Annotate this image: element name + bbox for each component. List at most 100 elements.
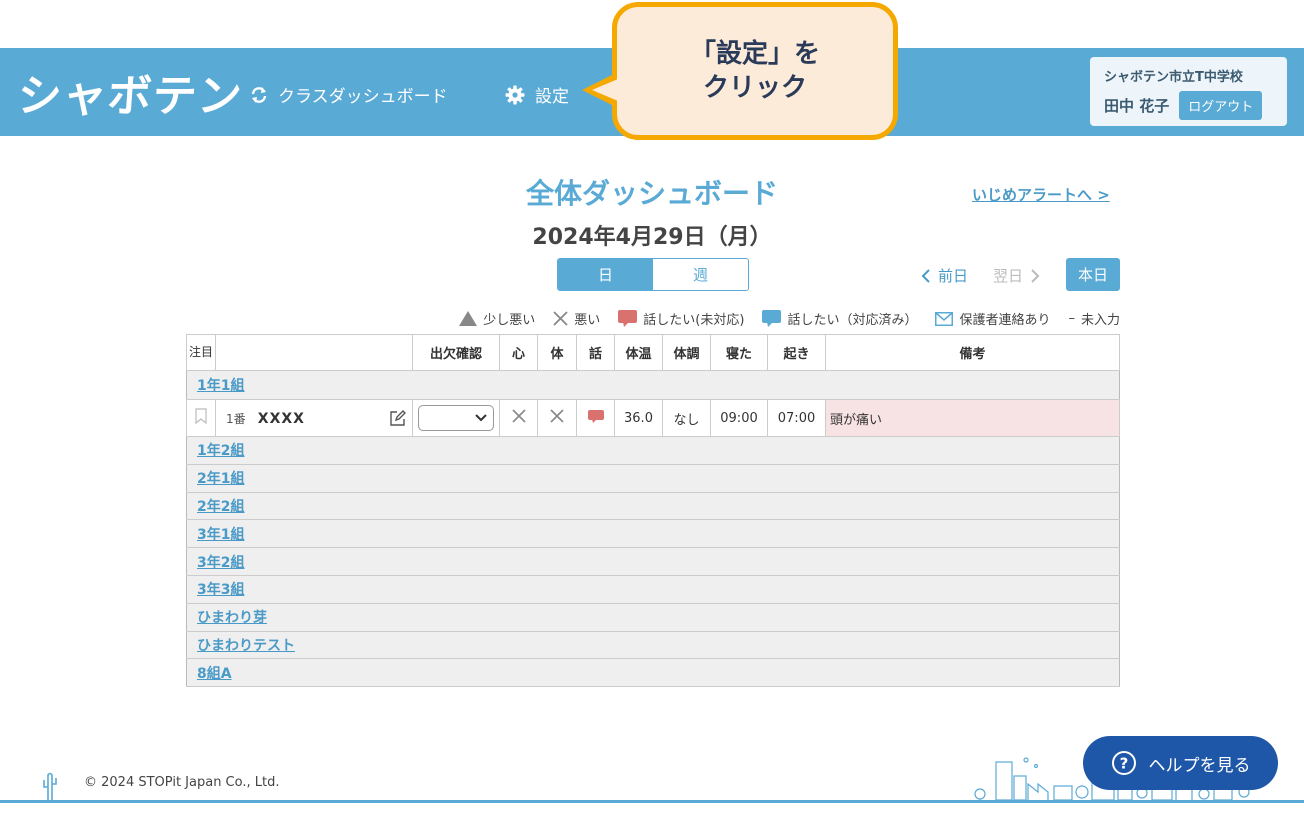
help-button[interactable]: ? ヘルプを見る: [1083, 736, 1278, 790]
question-circle-icon: ?: [1111, 751, 1136, 775]
group-cell: 3年1組: [186, 519, 1120, 549]
group-cell: 3年2組: [186, 547, 1120, 576]
prev-day-label: 前日: [938, 267, 969, 285]
legend-not-entered: – 未入力: [1068, 309, 1120, 328]
talk-cell[interactable]: [576, 399, 615, 437]
callout-line2: クリック: [702, 73, 807, 103]
speech-bubble-blue-icon: [762, 310, 782, 327]
legend-talk-unhandled-label: 話したい(未対応): [643, 313, 745, 328]
prev-day-button[interactable]: 前日: [920, 265, 968, 286]
instruction-callout: 「設定」を クリック: [612, 2, 898, 140]
student-name[interactable]: XXXX: [258, 411, 305, 427]
group-cell: 1年2組: [186, 436, 1120, 465]
group-link-2-1[interactable]: 2年1組: [197, 471, 244, 487]
attendance-select[interactable]: [418, 405, 494, 431]
group-cell: 3年3組: [186, 574, 1120, 604]
cross-icon: [553, 311, 568, 326]
group-cell: 8組A: [186, 658, 1120, 688]
header-condition: 体調: [662, 334, 711, 371]
student-name-cell: 1番 XXXX: [215, 399, 413, 437]
current-date: 2024年4月29日（月）: [532, 225, 772, 250]
day-week-toggle: 日 週: [557, 258, 749, 291]
legend-bad-label: 悪い: [574, 313, 601, 328]
help-button-label: ヘルプを見る: [1148, 755, 1251, 776]
user-name: 田中 花子: [1104, 97, 1170, 115]
group-link-3-3[interactable]: 3年3組: [197, 582, 244, 598]
group-link-himawari-test[interactable]: ひまわりテスト: [197, 638, 295, 654]
legend-slightly-bad-label: 少し悪い: [483, 313, 536, 328]
footer-divider: [0, 800, 1304, 803]
temp-cell: 36.0: [614, 399, 663, 437]
header-talk: 話: [576, 334, 615, 371]
nav-class-dashboard-label: クラスダッシュボード: [278, 87, 448, 107]
header-attendance: 出欠確認: [412, 334, 500, 371]
header-name: [215, 334, 413, 371]
refresh-icon: [251, 86, 267, 103]
envelope-icon: [935, 311, 954, 326]
gear-icon: [505, 85, 525, 104]
group-row: 2年2組: [186, 491, 1120, 521]
nav-settings-label: 設定: [535, 87, 569, 107]
school-name: シャボテン市立T中学校: [1104, 70, 1243, 85]
group-cell: ひまわり芽: [186, 602, 1120, 632]
group-link-himawari-me[interactable]: ひまわり芽: [197, 610, 267, 626]
legend-talk-handled: 話したい（対応済み）: [762, 309, 917, 328]
app-logo[interactable]: シャボテン: [16, 60, 245, 124]
condition-cell: なし: [662, 399, 711, 437]
next-day-button[interactable]: 翌日: [993, 265, 1041, 286]
header-body: 体: [537, 334, 577, 371]
speech-bubble-red-icon[interactable]: [587, 409, 604, 423]
legend-bad: 悪い: [553, 309, 600, 328]
chevron-down-icon: [475, 414, 487, 422]
group-link-3-2[interactable]: 3年2組: [197, 555, 244, 571]
sleep-cell: 09:00: [710, 399, 768, 437]
group-cell: 2年2組: [186, 491, 1120, 521]
legend-slightly-bad: 少し悪い: [459, 309, 535, 328]
svg-text:?: ?: [1119, 755, 1128, 773]
student-row[interactable]: 1番 XXXX 36.0 なし 09:00 07:00 頭が痛い: [186, 399, 1120, 437]
group-row: 3年2組: [186, 547, 1120, 576]
next-day-label: 翌日: [993, 267, 1024, 285]
table-header-row: 注目 出欠確認 心 体 話 体温 体調 寝た 起き 備考: [186, 334, 1120, 371]
group-link-2-2[interactable]: 2年2組: [197, 499, 244, 515]
group-row: 1年2組: [186, 436, 1120, 465]
body-cell: [537, 399, 577, 437]
nav-class-dashboard[interactable]: クラスダッシュボード: [250, 82, 448, 107]
logout-button[interactable]: ログアウト: [1179, 91, 1263, 120]
tab-day[interactable]: 日: [558, 259, 653, 290]
group-row: ひまわりテスト: [186, 630, 1120, 660]
chevron-left-icon: [921, 268, 930, 283]
legend-guardian-contact: 保護者連絡あり: [935, 309, 1050, 328]
legend-not-entered-label: 未入力: [1080, 313, 1120, 328]
header-wake: 起き: [767, 334, 826, 371]
callout-line1: 「設定」を: [689, 39, 820, 69]
dashboard-table: 注目 出欠確認 心 体 話 体温 体調 寝た 起き 備考 1年1組 1番 XXX…: [186, 334, 1120, 688]
header-notes: 備考: [825, 334, 1120, 371]
group-row: 2年1組: [186, 463, 1120, 493]
group-link-3-1[interactable]: 3年1組: [197, 527, 244, 543]
cactus-icon: [43, 772, 57, 800]
group-link-1-2[interactable]: 1年2組: [197, 443, 244, 459]
user-info-box: シャボテン市立T中学校 田中 花子 ログアウト: [1090, 57, 1287, 126]
student-number: 1番: [226, 411, 246, 426]
bookmark-icon[interactable]: [195, 408, 207, 425]
header-sleep: 寝た: [710, 334, 768, 371]
group-cell: 1年1組: [186, 370, 1120, 400]
edit-icon[interactable]: [389, 410, 406, 427]
group-link-1-1[interactable]: 1年1組: [197, 378, 244, 394]
cross-icon: [511, 409, 526, 423]
mind-cell: [499, 399, 538, 437]
triangle-icon: [459, 311, 478, 326]
note-cell: 頭が痛い: [825, 399, 1120, 437]
bullying-alert-link[interactable]: いじめアラートへ >: [972, 184, 1110, 205]
nav-settings[interactable]: 設定: [505, 82, 569, 107]
tab-week[interactable]: 週: [653, 259, 748, 290]
callout-tail-inner: [592, 79, 618, 101]
group-cell: 2年1組: [186, 463, 1120, 493]
group-link-8a[interactable]: 8組A: [197, 666, 232, 682]
attendance-cell: [412, 399, 500, 437]
today-button[interactable]: 本日: [1066, 258, 1120, 291]
flag-cell[interactable]: [186, 399, 216, 437]
header-mind: 心: [499, 334, 538, 371]
legend-guardian-contact-label: 保護者連絡あり: [959, 313, 1051, 328]
